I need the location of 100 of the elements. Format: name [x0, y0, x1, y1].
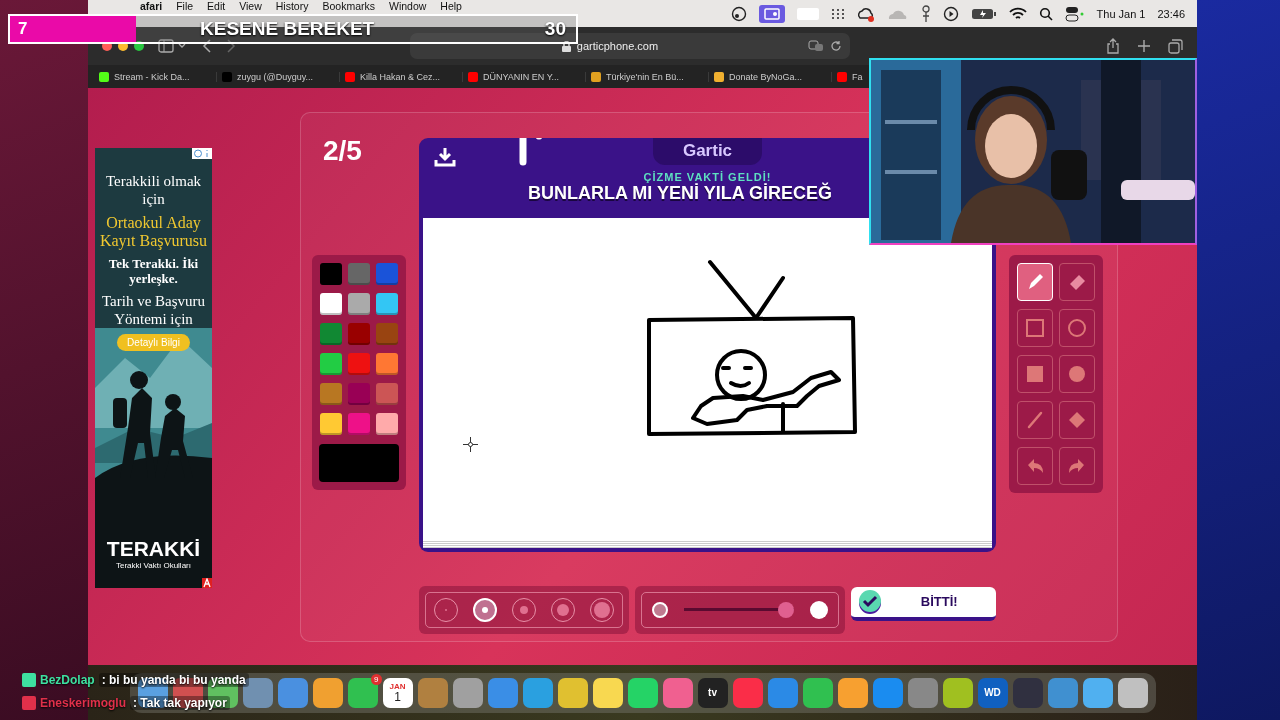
- ellipse-tool[interactable]: [1059, 309, 1095, 347]
- ellipse-fill-tool[interactable]: [1059, 355, 1095, 393]
- search-icon[interactable]: [1038, 7, 1053, 21]
- figure-icon[interactable]: [920, 5, 931, 23]
- menu-item[interactable]: Edit: [207, 1, 226, 12]
- undo-tool[interactable]: [1017, 447, 1053, 485]
- menu-item[interactable]: afari: [140, 1, 163, 12]
- sidebar-icon[interactable]: [158, 39, 188, 53]
- reload-icon[interactable]: [830, 40, 842, 52]
- menu-item[interactable]: Help: [440, 1, 462, 12]
- color-swatch[interactable]: [348, 323, 370, 345]
- download-icon[interactable]: [434, 147, 456, 167]
- color-swatch[interactable]: [376, 323, 398, 345]
- color-swatch[interactable]: [320, 383, 342, 405]
- fill-tool[interactable]: [1059, 401, 1095, 439]
- color-swatch[interactable]: [348, 383, 370, 405]
- battery-icon[interactable]: [970, 8, 997, 20]
- dot-icon: [481, 606, 488, 613]
- brand-text: TERAKKİ: [106, 537, 201, 561]
- color-swatch[interactable]: [348, 353, 370, 375]
- menu-item[interactable]: History: [275, 1, 309, 12]
- circle-icon: [1066, 317, 1088, 339]
- toggle-icon[interactable]: [1064, 6, 1085, 22]
- bookmark-item[interactable]: zuygu (@Duyguy...: [217, 71, 340, 82]
- color-swatch[interactable]: [376, 413, 398, 435]
- app-icon[interactable]: tv: [697, 677, 728, 708]
- ad-text: Ortaokul Aday Kayıt Başvurusu: [98, 214, 209, 250]
- color-swatch[interactable]: [376, 383, 398, 405]
- bookmark-item[interactable]: Türkiye'nin En Bü...: [586, 71, 709, 82]
- opacity-min-icon: [651, 601, 668, 618]
- translate-icon[interactable]: [808, 40, 824, 52]
- ad-text: Tek Terakki. İki yerleşke.: [107, 256, 200, 286]
- color-swatch[interactable]: [348, 263, 370, 285]
- menu-item[interactable]: Bookmarks: [322, 1, 375, 12]
- color-swatch[interactable]: [376, 353, 398, 375]
- color-swatch[interactable]: [320, 293, 342, 315]
- disc-icon[interactable]: [730, 6, 747, 22]
- color-swatch[interactable]: [348, 293, 370, 315]
- pencil-tool[interactable]: [1017, 263, 1053, 301]
- done-button[interactable]: BİTTİ!: [850, 586, 996, 621]
- plus-icon[interactable]: [1138, 40, 1150, 52]
- crosshair-icon: [463, 437, 478, 452]
- bookmark-item[interactable]: Killa Hakan & Cez...: [340, 71, 463, 82]
- prompt-title: BUNLARLA MI YENİ YILA GİRECEĞ: [528, 183, 833, 204]
- redo-tool[interactable]: [1059, 447, 1095, 485]
- menu-item[interactable]: Window: [388, 1, 427, 12]
- dot-icon: [519, 605, 528, 614]
- tabs-icon[interactable]: [1168, 38, 1183, 54]
- bookmark-item[interactable]: Donate ByNoGa...: [709, 71, 832, 82]
- chat-message: : bi bu yanda bi bu yanda: [98, 673, 249, 687]
- screen-share-icon[interactable]: [758, 5, 785, 23]
- subtitle-text: ÇİZME VAKTİ GELDİ!: [643, 171, 772, 183]
- ad-info-icon[interactable]: [192, 148, 212, 159]
- filled-square-icon: [1024, 363, 1046, 385]
- menu-item[interactable]: View: [239, 1, 262, 12]
- grid-icon[interactable]: [830, 7, 845, 21]
- eraser-tool[interactable]: [1059, 263, 1095, 301]
- square-icon: [1024, 317, 1046, 339]
- dot-icon: [594, 601, 611, 618]
- cloud-icon[interactable]: [856, 6, 875, 22]
- chat-username: BezDolap: [40, 673, 95, 687]
- rect-tool[interactable]: [1017, 309, 1053, 347]
- question-number: 7: [10, 16, 136, 42]
- chat-message: : Tak tak yapıyor: [130, 696, 230, 710]
- zoom-button[interactable]: [134, 41, 144, 51]
- date-text: Thu Jan 1: [1096, 8, 1146, 20]
- color-swatch[interactable]: [376, 293, 398, 315]
- ad-banner[interactable]: Terakkili olmak için Ortaokul Aday Kayıt Başvurusu Tek Terakki. İki yerleşke. Tarih ve Başvuru Yöntemi için Detaylı Bilgi TERAKKİ Terakki Vaktı Okulları: [95, 148, 212, 588]
- app-icon[interactable]: WD: [977, 677, 1008, 708]
- ad-text: Tarih ve Başvuru Yöntemi için: [100, 292, 207, 328]
- color-swatch[interactable]: [320, 353, 342, 375]
- time-text: 23:46: [1157, 8, 1185, 20]
- logo-text: Gartic: [682, 141, 733, 160]
- bookmark-item[interactable]: Stream - Kick Da...: [94, 71, 217, 82]
- line-tool[interactable]: [1017, 401, 1053, 439]
- bookmark-item[interactable]: DÜNYANIN EN Y...: [463, 71, 586, 82]
- share-icon[interactable]: [1106, 38, 1120, 54]
- bookmark-item[interactable]: Fa: [832, 71, 868, 82]
- chat-badge-icon: [22, 696, 36, 710]
- drawing-canvas[interactable]: [423, 218, 992, 540]
- filled-circle-icon: [1066, 363, 1088, 385]
- color-swatch[interactable]: [320, 413, 342, 435]
- opacity-max-icon: [809, 600, 828, 619]
- back-icon[interactable]: [202, 39, 212, 53]
- dot-icon: [557, 603, 569, 616]
- color-swatch[interactable]: [320, 263, 342, 285]
- color-swatch[interactable]: [320, 323, 342, 345]
- chat-username: Eneskerimoglu: [40, 696, 127, 710]
- round-counter: 2/5: [323, 135, 362, 167]
- slider-thumb[interactable]: [777, 601, 794, 618]
- color-swatch[interactable]: [348, 413, 370, 435]
- chat-badge-icon: [22, 673, 36, 687]
- forward-icon[interactable]: [226, 39, 236, 53]
- ad-badge-icon: [202, 578, 212, 588]
- wifi-icon[interactable]: [1008, 7, 1027, 21]
- play-icon[interactable]: [942, 6, 959, 22]
- rect-fill-tool[interactable]: [1017, 355, 1053, 393]
- menu-item[interactable]: File: [176, 1, 194, 12]
- color-swatch[interactable]: [376, 263, 398, 285]
- app-icon[interactable]: JAN 1: [382, 677, 413, 708]
